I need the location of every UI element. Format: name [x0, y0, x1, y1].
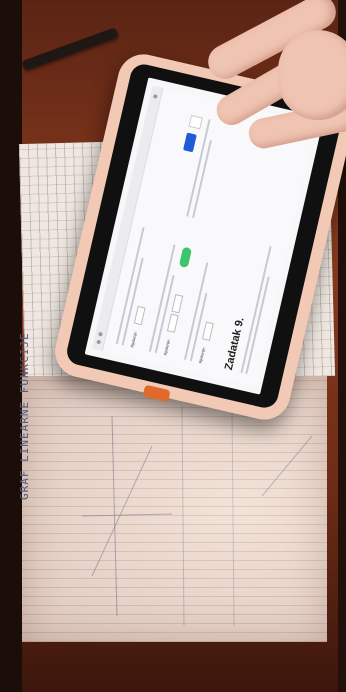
- answer-input[interactable]: [171, 294, 184, 314]
- answer-input[interactable]: [133, 305, 146, 326]
- answer-input[interactable]: [166, 313, 179, 333]
- notebook-page-bottom: [22, 376, 327, 642]
- question-text-line: [148, 244, 176, 352]
- answer-label: Rješenje:: [197, 346, 207, 364]
- task-description-line: [240, 246, 272, 374]
- answer-input[interactable]: [201, 321, 214, 341]
- question-text-line: [183, 262, 209, 361]
- menu-icon[interactable]: [96, 339, 102, 345]
- more-icon[interactable]: [152, 94, 158, 99]
- answer-label: Rješenje:: [162, 338, 172, 356]
- handwritten-graph-marks: [81, 405, 313, 627]
- notebook-handwritten-title: GRAF LINEARNE FUNKCIJE: [18, 332, 31, 500]
- task-description-line: [245, 276, 270, 375]
- answer-label: Rješenje:: [129, 330, 138, 349]
- photo-scene: GRAF LINEARNE FUNKCIJE Rješenje: Rješenj…: [0, 0, 346, 692]
- palm: [278, 30, 346, 120]
- status-pill[interactable]: [178, 246, 193, 269]
- tab-icon[interactable]: [98, 331, 103, 337]
- hand: [188, 0, 346, 152]
